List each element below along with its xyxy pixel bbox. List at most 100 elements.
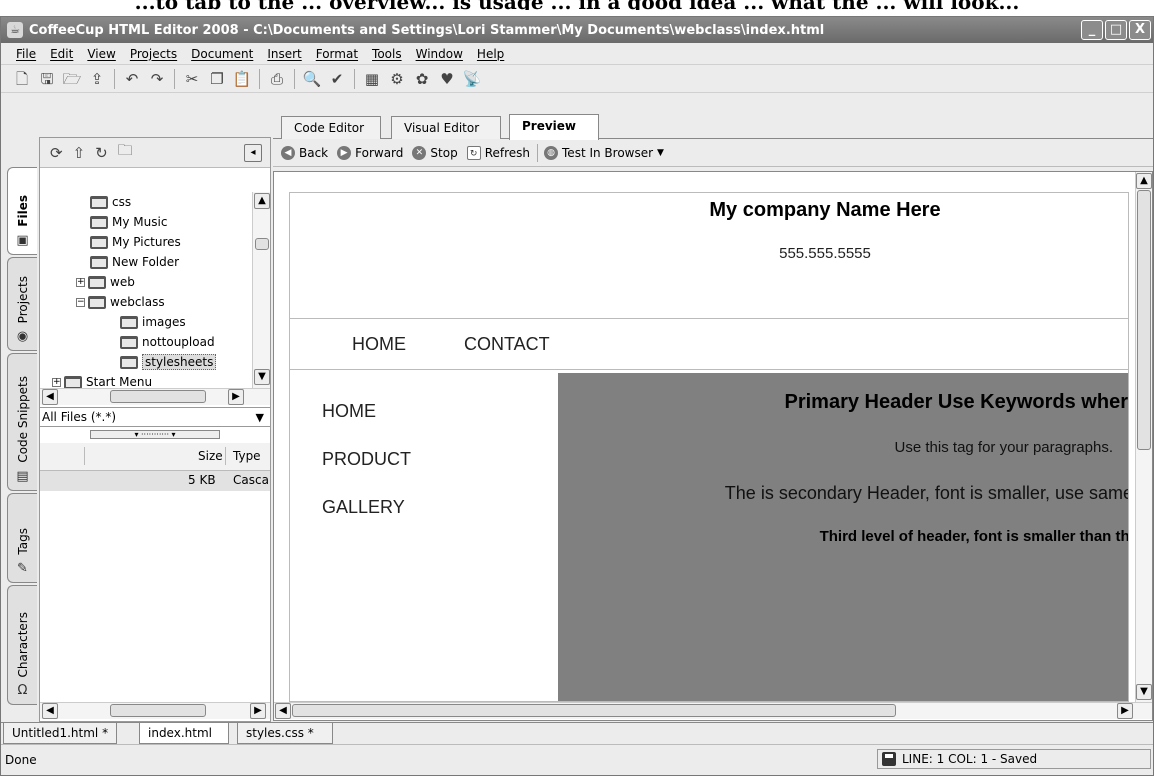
up-folder-icon[interactable]: ⇧ — [73, 144, 86, 162]
menu-insert[interactable]: Insert — [260, 47, 308, 61]
scroll-right-icon[interactable]: ▶ — [250, 703, 266, 719]
open-icon[interactable]: 🗁 — [61, 68, 83, 90]
side-product-link[interactable]: PRODUCT — [322, 449, 411, 470]
scroll-thumb[interactable] — [255, 238, 269, 250]
col-header-type[interactable]: Type — [233, 449, 261, 463]
expand-icon[interactable]: + — [52, 377, 61, 387]
maximize-button[interactable]: □ — [1105, 20, 1127, 40]
preview-horizontal-scrollbar[interactable]: ◀ ▶ — [274, 702, 1152, 719]
scroll-thumb[interactable] — [110, 390, 206, 403]
side-tab-characters[interactable]: Characters Ω — [7, 585, 37, 705]
tree-item-my-pictures[interactable]: My Pictures — [90, 232, 181, 252]
refresh-button[interactable]: ↻ Refresh — [466, 145, 530, 160]
scroll-left-icon[interactable]: ◀ — [42, 703, 58, 719]
side-tab-tags[interactable]: Tags ✎ — [7, 493, 37, 583]
tree-item-images[interactable]: images — [120, 312, 186, 332]
scroll-down-icon[interactable]: ▼ — [1136, 684, 1152, 700]
menu-help[interactable]: Help — [470, 47, 511, 61]
reload-icon[interactable]: ↻ — [95, 144, 108, 162]
toolbar-separator — [174, 68, 175, 89]
paste-icon[interactable]: 📋 — [231, 68, 253, 90]
doc-tab-styles[interactable]: styles.css * — [237, 723, 333, 744]
stop-button[interactable]: ✕ Stop — [412, 145, 458, 160]
nav-contact-link[interactable]: CONTACT — [464, 334, 550, 355]
menu-edit[interactable]: Edit — [43, 47, 80, 61]
nav-home-link[interactable]: HOME — [352, 334, 406, 355]
scroll-thumb[interactable] — [1137, 190, 1151, 450]
files-horizontal-scrollbar[interactable]: ◀ ▶ — [40, 702, 270, 719]
tree-vertical-scrollbar[interactable]: ▲ ▼ — [252, 192, 270, 388]
tree-item-my-music[interactable]: My Music — [90, 212, 167, 232]
scroll-down-icon[interactable]: ▼ — [254, 369, 270, 385]
scroll-right-icon[interactable]: ▶ — [1117, 703, 1133, 719]
copy-icon[interactable]: ❐ — [206, 68, 228, 90]
tree-item-webclass[interactable]: − webclass — [76, 292, 165, 312]
file-filter-select[interactable]: All Files (*.*) ▼ — [40, 407, 270, 427]
collapse-icon[interactable]: − — [76, 297, 85, 307]
undo-icon[interactable]: ↶ — [121, 68, 143, 90]
col-header-size[interactable]: Size — [198, 449, 223, 463]
menu-format[interactable]: Format — [309, 47, 365, 61]
minimize-button[interactable]: _ — [1081, 20, 1103, 40]
print-icon[interactable]: ⎙ — [266, 68, 288, 90]
tab-code-editor[interactable]: Code Editor — [281, 116, 381, 139]
test-in-browser-button[interactable]: ◍ Test In Browser ▼ — [544, 145, 664, 160]
table-row[interactable]: 5 KB Casca — [40, 471, 270, 491]
tree-item-start-menu[interactable]: + Start Menu — [52, 372, 152, 388]
menu-file[interactable]: File — [9, 47, 43, 61]
column-selector[interactable]: ▾ ··········· ▾ — [90, 430, 220, 439]
refresh-folder-icon[interactable]: ⟳ — [50, 144, 63, 162]
save-icon[interactable]: 🖫 — [36, 68, 58, 90]
upload-icon[interactable]: ⇪ — [86, 68, 108, 90]
side-tab-projects[interactable]: Projects ◉ — [7, 257, 37, 351]
scroll-left-icon[interactable]: ◀ — [275, 703, 291, 719]
scroll-left-icon[interactable]: ◀ — [42, 389, 58, 405]
tab-visual-editor[interactable]: Visual Editor — [391, 116, 501, 139]
table-icon[interactable]: ▦ — [361, 68, 383, 90]
forward-button[interactable]: ▶ Forward — [337, 145, 403, 160]
find-icon[interactable]: 🔍 — [301, 68, 323, 90]
collapse-panel-icon[interactable]: ◂ — [244, 143, 262, 162]
open-folder-icon[interactable]: 🗀 — [118, 140, 133, 165]
scroll-thumb[interactable] — [292, 704, 896, 717]
expand-icon[interactable]: + — [76, 277, 85, 287]
page-paragraph: Use this tag for your paragraphs. — [894, 439, 1113, 456]
side-tab-files[interactable]: Files ▣ — [7, 167, 37, 255]
redo-icon[interactable]: ↷ — [146, 68, 168, 90]
preview-vertical-scrollbar[interactable]: ▲ ▼ — [1135, 172, 1152, 702]
side-tab-code-snippets[interactable]: Code Snippets ▤ — [7, 353, 37, 491]
spellcheck-icon[interactable]: ✔ — [326, 68, 348, 90]
side-gallery-link[interactable]: GALLERY — [322, 497, 405, 518]
plugins-icon[interactable]: ✿ — [411, 68, 433, 90]
scroll-up-icon[interactable]: ▲ — [254, 193, 270, 209]
tree-item-nottoupload[interactable]: nottoupload — [120, 332, 215, 352]
close-button[interactable]: X — [1129, 20, 1151, 40]
menu-view[interactable]: View — [80, 47, 122, 61]
cut-icon[interactable]: ✂ — [181, 68, 203, 90]
tree-item-new-folder[interactable]: New Folder — [90, 252, 179, 272]
scroll-thumb[interactable] — [110, 704, 206, 717]
back-button[interactable]: ◀ Back — [281, 145, 328, 160]
globe-icon: ◍ — [544, 145, 559, 160]
tab-preview[interactable]: Preview — [509, 114, 599, 140]
menu-projects[interactable]: Projects — [123, 47, 184, 61]
tree-item-css[interactable]: css — [90, 192, 131, 212]
scroll-up-icon[interactable]: ▲ — [1136, 173, 1152, 189]
forward-arrow-icon: ▶ — [337, 145, 352, 160]
tree-item-stylesheets[interactable]: stylesheets — [120, 352, 217, 372]
menu-tools[interactable]: Tools — [365, 47, 409, 61]
side-home-link[interactable]: HOME — [322, 401, 376, 422]
new-file-icon[interactable]: 🗋 — [11, 68, 33, 90]
doc-tab-untitled1[interactable]: Untitled1.html * — [3, 723, 117, 744]
tree-item-web[interactable]: + web — [76, 272, 135, 292]
tree-horizontal-scrollbar[interactable]: ◀ ▶ — [40, 388, 270, 405]
broadcast-icon[interactable]: 📡 — [461, 68, 483, 90]
favorites-icon[interactable]: ♥ — [436, 68, 458, 90]
page-company-name: My company Name Here — [709, 199, 941, 221]
refresh-icon: ↻ — [466, 145, 481, 160]
doc-tab-index[interactable]: index.html — [139, 723, 229, 744]
properties-icon[interactable]: ⚙ — [386, 68, 408, 90]
menu-window[interactable]: Window — [409, 47, 470, 61]
menu-document[interactable]: Document — [184, 47, 260, 61]
scroll-right-icon[interactable]: ▶ — [228, 389, 244, 405]
